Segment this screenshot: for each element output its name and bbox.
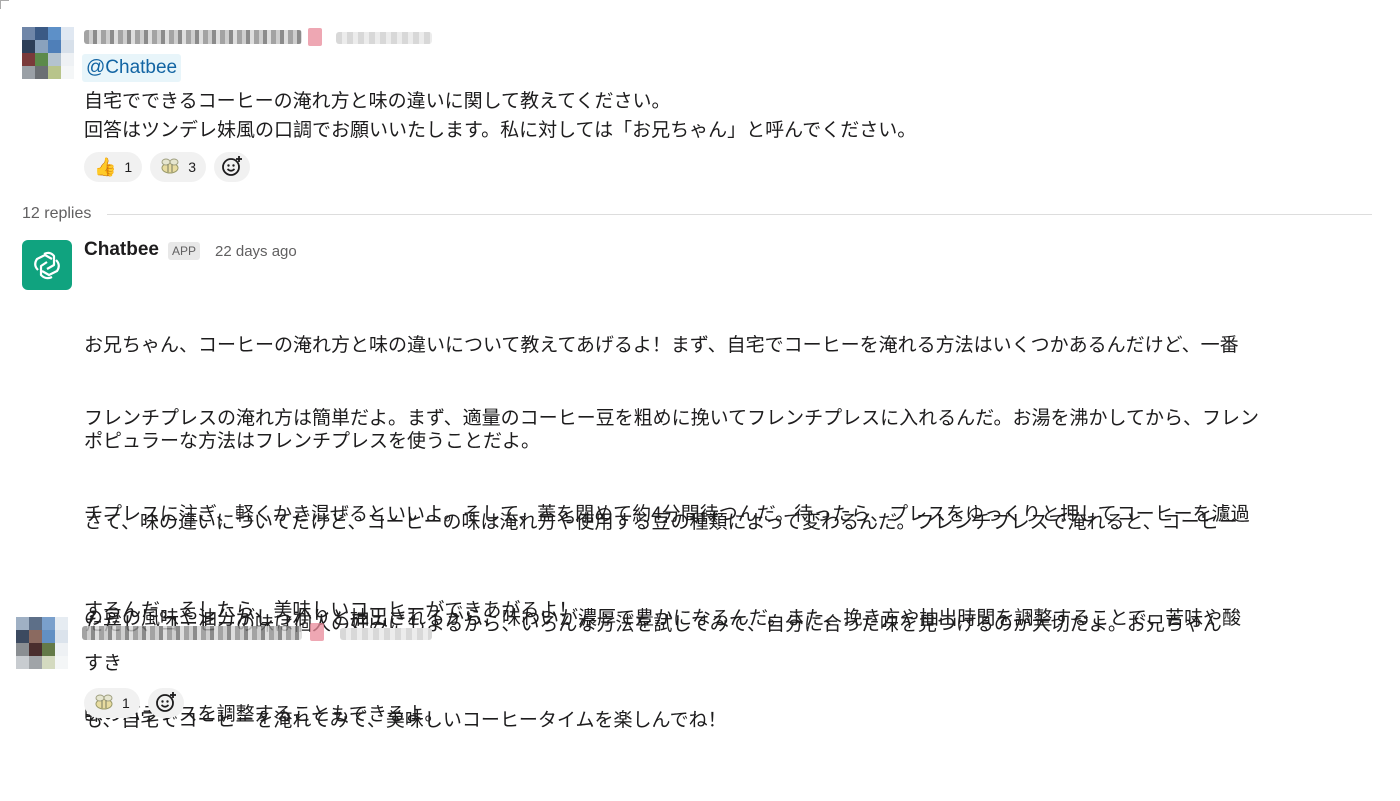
replies-count[interactable]: 12 replies <box>22 205 91 223</box>
message-line-1: 自宅でできるコーヒーの淹れ方と味の違いに関して教えてください。 <box>84 91 671 112</box>
reply-line: さて、味の違いについてだけど、コーヒーの味は淹れ方や使用する豆の種類によって変わ… <box>84 512 1238 533</box>
reaction-thumbs-up[interactable]: 👍 1 <box>84 152 143 182</box>
message-line-2: 回答はツンデレ妹風の口調でお願いいたします。私に対しては「お兄ちゃん」と呼んでく… <box>84 120 917 141</box>
user-avatar[interactable] <box>22 27 74 79</box>
reaction-count: 1 <box>122 695 130 711</box>
reply-line: フレンチプレスの淹れ方は簡単だよ。まず、適量のコーヒー豆を粗めに挽いてフレンチプ… <box>84 408 1259 429</box>
reaction-bar: 👍 1 3 <box>84 152 251 182</box>
app-badge: APP <box>168 242 201 260</box>
user-status-emoji-blurred <box>308 28 322 46</box>
add-reaction-button[interactable] <box>214 152 251 182</box>
add-reaction-button[interactable] <box>147 688 184 718</box>
reaction-bee[interactable]: 3 <box>150 152 207 182</box>
timestamp-blurred[interactable] <box>336 32 432 44</box>
user-name-blurred[interactable] <box>82 626 302 640</box>
bee-emoji-icon <box>94 694 114 713</box>
user-status-emoji-blurred <box>310 623 324 641</box>
add-emoji-icon <box>154 690 178 717</box>
timestamp-blurred[interactable] <box>340 628 432 640</box>
openai-logo-icon <box>34 251 60 280</box>
thumbs-up-icon: 👍 <box>94 157 117 177</box>
window-corner <box>0 0 9 9</box>
reaction-bee[interactable]: 1 <box>84 688 140 718</box>
replies-divider: 12 replies <box>22 204 1372 224</box>
divider-line <box>107 213 1372 215</box>
bee-emoji-icon <box>160 158 180 177</box>
reply-paragraph-4: ただし、コーヒーの味は個人の好みにもよるから、いろんな方法を試してみて、自分に合… <box>84 545 1384 801</box>
bot-timestamp[interactable]: 22 days ago <box>215 243 297 260</box>
chatbee-avatar[interactable] <box>22 240 72 290</box>
bot-name[interactable]: Chatbee <box>84 239 159 261</box>
user-avatar[interactable] <box>16 617 68 669</box>
reaction-count: 3 <box>188 159 197 175</box>
reaction-bar: 1 <box>84 688 184 718</box>
add-emoji-icon <box>220 154 244 181</box>
mention-chatbee[interactable]: @Chatbee <box>82 54 182 82</box>
message-text: すき <box>84 653 123 674</box>
user-name-blurred[interactable] <box>84 30 302 44</box>
reply-line: も、自宅でコーヒーを淹れてみて、美味しいコーヒータイムを楽しんでね！ <box>84 710 727 731</box>
reaction-count: 1 <box>124 159 133 175</box>
